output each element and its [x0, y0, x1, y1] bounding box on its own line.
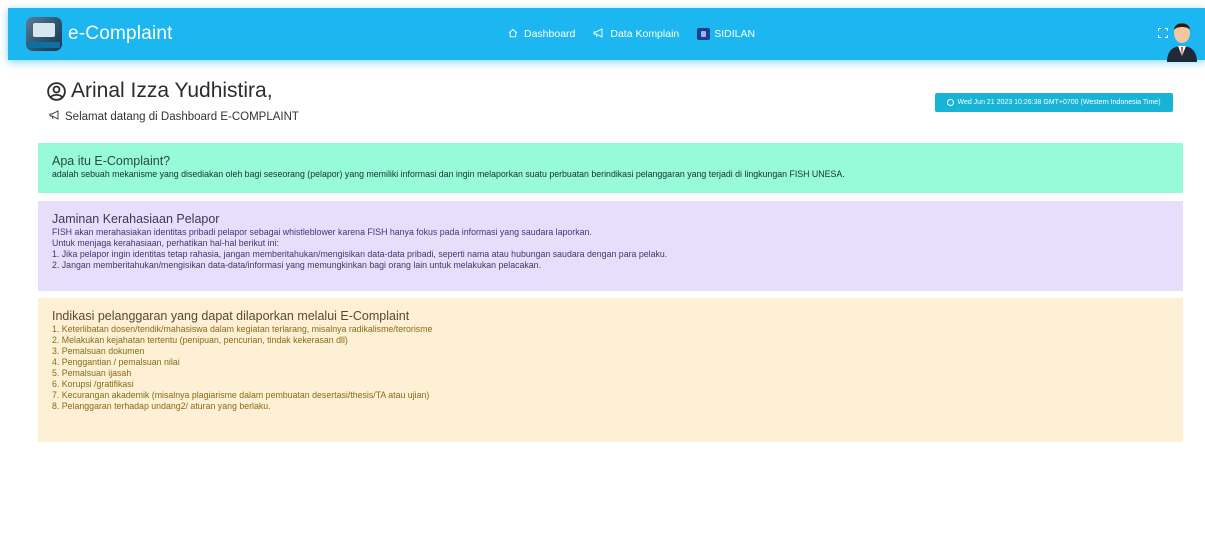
brand[interactable]: e-Complaint — [26, 17, 173, 51]
brand-title: e-Complaint — [68, 23, 173, 44]
top-navbar: e-Complaint Dashboard Data Komplain SIDI… — [8, 8, 1205, 60]
guarantee-line: FISH akan merahasiakan identitas pribadi… — [52, 227, 592, 237]
home-icon — [508, 28, 518, 41]
indication-item: 8. Pelanggaran terhadap undang2/ aturan … — [52, 401, 271, 411]
user-circle-icon — [47, 81, 66, 101]
indication-item: 3. Pemalsuan dokumen — [52, 346, 145, 356]
welcome-text: Selamat datang di Dashboard E-COMPLAINT — [65, 110, 299, 123]
indication-item: 5. Pemalsuan ijasah — [52, 368, 132, 378]
indication-item: 6. Korupsi /gratifikasi — [52, 379, 134, 389]
datetime-text: Wed Jun 21 2023 10:26:38 GMT+0700 (Weste… — [957, 99, 1161, 106]
nav-data-komplain[interactable]: Data Komplain — [593, 27, 680, 41]
datetime-badge: Wed Jun 21 2023 10:26:38 GMT+0700 (Weste… — [935, 93, 1173, 112]
guarantee-line: 1. Jika pelapor ingin identitas tetap ra… — [52, 249, 668, 259]
indication-item: 7. Kecurangan akademik (misalnya plagiar… — [52, 390, 430, 400]
indication-item: 4. Penggantian / pemalsuan nilai — [52, 357, 180, 367]
guarantee-title: Jaminan Kerahasiaan Pelapor — [52, 212, 220, 226]
guarantee-line: 2. Jangan memberitahukan/mengisikan data… — [52, 260, 542, 270]
guarantee-panel: Jaminan Kerahasiaan Pelapor FISH akan me… — [38, 201, 1183, 291]
indication-item: 2. Melakukan kejahatan tertentu (penipua… — [52, 335, 348, 345]
bullhorn-icon — [49, 110, 60, 123]
user-name: Arinal Izza Yudhistira, — [71, 79, 273, 102]
nav-dashboard-label: Dashboard — [524, 28, 576, 40]
indication-item: 1. Keterlibatan dosen/tendik/mahasiswa d… — [52, 324, 433, 334]
nav-dashboard[interactable]: Dashboard — [508, 28, 575, 41]
welcome-message: Selamat datang di Dashboard E-COMPLAINT — [49, 110, 299, 123]
clock-icon — [947, 99, 955, 106]
main-nav: Dashboard Data Komplain SIDILAN — [508, 8, 773, 60]
indication-title: Indikasi pelanggaran yang dapat dilapork… — [52, 309, 410, 323]
sidilan-logo-icon — [697, 28, 711, 40]
indication-panel: Indikasi pelanggaran yang dapat dilapork… — [38, 298, 1183, 442]
greeting: Arinal Izza Yudhistira, — [47, 79, 273, 103]
brand-logo-icon — [26, 17, 62, 51]
about-text: adalah sebuah mekanisme yang disediakan … — [52, 169, 845, 179]
nav-sidilan-label: SIDILAN — [714, 28, 756, 40]
user-avatar-icon[interactable] — [1164, 16, 1200, 62]
nav-sidilan[interactable]: SIDILAN — [697, 28, 755, 40]
guarantee-line: Untuk menjaga kerahasiaan, perhatikan ha… — [52, 238, 279, 248]
about-panel: Apa itu E-Complaint? adalah sebuah mekan… — [38, 143, 1183, 193]
bullhorn-icon — [593, 27, 604, 41]
nav-data-komplain-label: Data Komplain — [610, 28, 680, 40]
about-title: Apa itu E-Complaint? — [52, 154, 171, 168]
